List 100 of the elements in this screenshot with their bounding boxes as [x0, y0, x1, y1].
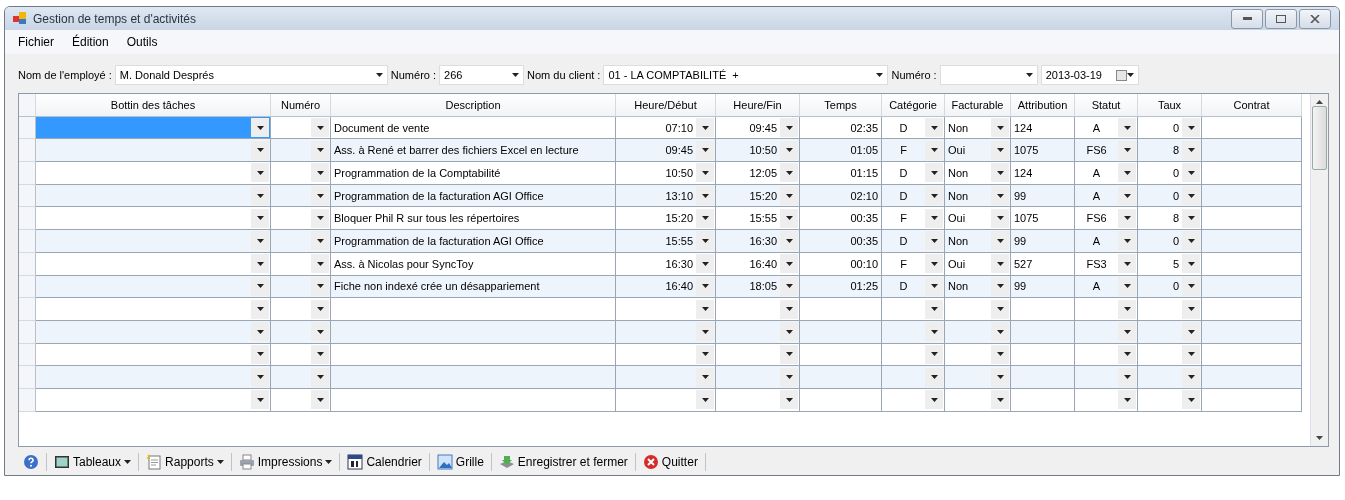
dropdown-button[interactable]: [696, 140, 714, 160]
dropdown-button[interactable]: [780, 163, 798, 183]
combo-cell[interactable]: 0: [1138, 275, 1202, 299]
toolbar-button[interactable]: Rapports: [143, 452, 227, 472]
combo-cell[interactable]: [616, 343, 716, 367]
column-header[interactable]: Heure/Début: [616, 94, 716, 117]
combo-cell[interactable]: [1075, 320, 1138, 344]
dropdown-button[interactable]: [696, 208, 714, 228]
combo-cell[interactable]: [945, 298, 1011, 321]
combo-cell[interactable]: Oui: [945, 252, 1011, 276]
table-cell[interactable]: Bloquer Phil R sur tous les répertoires: [331, 207, 616, 231]
menu-item[interactable]: Outils: [124, 34, 160, 50]
combo-cell[interactable]: [271, 366, 331, 389]
dropdown-button[interactable]: [1182, 390, 1200, 410]
table-cell[interactable]: [800, 320, 882, 344]
table-cell[interactable]: 1075: [1011, 139, 1075, 163]
combo-cell[interactable]: [271, 207, 331, 231]
combo-cell[interactable]: A: [1075, 275, 1138, 299]
combo-cell[interactable]: [716, 388, 800, 412]
dropdown-button[interactable]: [696, 254, 714, 274]
dropdown-button[interactable]: [925, 276, 943, 296]
dropdown-button[interactable]: [1182, 186, 1200, 206]
column-header[interactable]: Description: [331, 94, 616, 117]
combo-cell[interactable]: 12:05: [716, 162, 800, 185]
column-header[interactable]: Statut: [1075, 94, 1138, 117]
dropdown-button[interactable]: [1118, 367, 1136, 387]
toolbar-button[interactable]: Grille: [433, 452, 487, 472]
combo-box[interactable]: 01 - LA COMPTABILITÉ +: [603, 65, 889, 85]
combo-cell[interactable]: [1138, 343, 1202, 367]
combo-cell[interactable]: [271, 184, 331, 208]
combo-cell[interactable]: D: [882, 184, 945, 208]
column-header[interactable]: Attribution: [1011, 94, 1075, 117]
combo-cell[interactable]: [36, 162, 271, 185]
dropdown-button[interactable]: [311, 140, 329, 160]
menu-item[interactable]: Fichier: [16, 34, 56, 50]
table-cell[interactable]: Programmation de la facturation AGI Office: [331, 184, 616, 208]
combo-cell[interactable]: [616, 388, 716, 412]
combo-cell[interactable]: Non: [945, 116, 1011, 140]
combo-cell[interactable]: 10:50: [716, 139, 800, 163]
table-cell[interactable]: 01:05: [800, 139, 882, 163]
combo-cell[interactable]: [616, 320, 716, 344]
dropdown-button[interactable]: [251, 344, 269, 364]
combo-cell[interactable]: 0: [1138, 162, 1202, 185]
dropdown-button[interactable]: [1118, 231, 1136, 251]
combo-cell[interactable]: Non: [945, 162, 1011, 185]
combo-cell[interactable]: [882, 320, 945, 344]
dropdown-button[interactable]: [780, 231, 798, 251]
dropdown-button[interactable]: [780, 208, 798, 228]
column-header[interactable]: Bottin des tâches: [36, 94, 271, 117]
dropdown-button[interactable]: [925, 186, 943, 206]
minimize-button[interactable]: [1231, 8, 1263, 29]
table-cell[interactable]: 527: [1011, 252, 1075, 276]
combo-cell[interactable]: [271, 298, 331, 321]
combo-cell[interactable]: [271, 116, 331, 140]
dropdown-button[interactable]: [311, 231, 329, 251]
dropdown-button[interactable]: [311, 299, 329, 319]
combo-box[interactable]: 266: [439, 65, 525, 85]
combo-cell[interactable]: [271, 230, 331, 253]
combo-cell[interactable]: 15:55: [716, 207, 800, 231]
dropdown-button[interactable]: [251, 140, 269, 160]
dropdown-button[interactable]: [1118, 140, 1136, 160]
scroll-up-icon[interactable]: [1316, 100, 1323, 104]
dropdown-button[interactable]: [780, 367, 798, 387]
combo-cell[interactable]: [882, 388, 945, 412]
combo-cell[interactable]: A: [1075, 230, 1138, 253]
combo-cell[interactable]: [716, 320, 800, 344]
dropdown-button[interactable]: [991, 118, 1009, 138]
combo-cell[interactable]: Non: [945, 230, 1011, 253]
dropdown-button[interactable]: [251, 322, 269, 342]
combo-box[interactable]: M. Donald Després: [114, 65, 388, 85]
combo-cell[interactable]: [271, 275, 331, 299]
dropdown-button[interactable]: [1182, 163, 1200, 183]
combo-cell[interactable]: [36, 366, 271, 389]
close-button[interactable]: [1299, 8, 1331, 29]
dropdown-button[interactable]: [1182, 367, 1200, 387]
dropdown-button[interactable]: [251, 163, 269, 183]
combo-cell[interactable]: D: [882, 162, 945, 185]
table-cell[interactable]: [1202, 343, 1302, 367]
table-cell[interactable]: [800, 366, 882, 389]
combo-cell[interactable]: 09:45: [616, 139, 716, 163]
combo-cell[interactable]: Non: [945, 275, 1011, 299]
table-cell[interactable]: 124: [1011, 162, 1075, 185]
dropdown-button[interactable]: [311, 254, 329, 274]
dropdown-button[interactable]: [1118, 254, 1136, 274]
combo-cell[interactable]: 0: [1138, 116, 1202, 140]
dropdown-button[interactable]: [696, 231, 714, 251]
dropdown-button[interactable]: [311, 118, 329, 138]
dropdown-button[interactable]: [925, 322, 943, 342]
column-header[interactable]: Contrat: [1202, 94, 1302, 117]
dropdown-button[interactable]: [991, 140, 1009, 160]
combo-cell[interactable]: Non: [945, 184, 1011, 208]
combo-cell[interactable]: 0: [1138, 184, 1202, 208]
table-cell[interactable]: 00:35: [800, 230, 882, 253]
dropdown-button[interactable]: [991, 163, 1009, 183]
dropdown-button[interactable]: [780, 276, 798, 296]
combo-cell[interactable]: [36, 320, 271, 344]
dropdown-button[interactable]: [1182, 208, 1200, 228]
table-cell[interactable]: 00:35: [800, 207, 882, 231]
column-header[interactable]: Facturable: [945, 94, 1011, 117]
combo-cell[interactable]: [716, 366, 800, 389]
